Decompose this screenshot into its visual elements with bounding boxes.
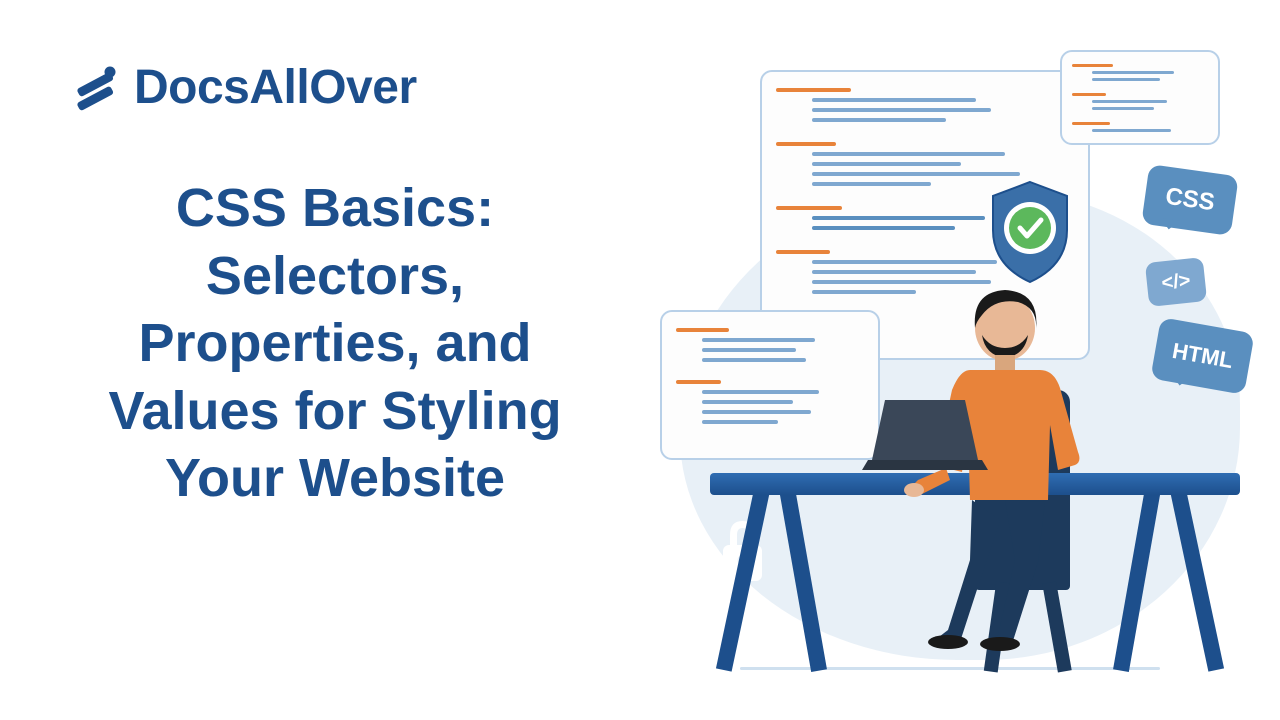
laptop-icon [860,395,990,475]
illustration-panel: CSS </> HTML [640,0,1280,720]
css-bubble: CSS [1141,164,1238,236]
developer-illustration: CSS </> HTML [640,50,1260,690]
code-window-small-top [1060,50,1220,145]
left-panel: DocsAllOver CSS Basics: Selectors, Prope… [0,0,640,720]
floor-line [740,667,1160,670]
code-window-small-left [660,310,880,460]
shield-icon [985,180,1075,285]
brand-name: DocsAllOver [134,60,417,115]
brand-logo-icon [70,62,122,114]
page-title: CSS Basics: Selectors, Properties, and V… [70,175,600,513]
code-bubble: </> [1145,257,1207,307]
logo-row: DocsAllOver [70,60,600,115]
